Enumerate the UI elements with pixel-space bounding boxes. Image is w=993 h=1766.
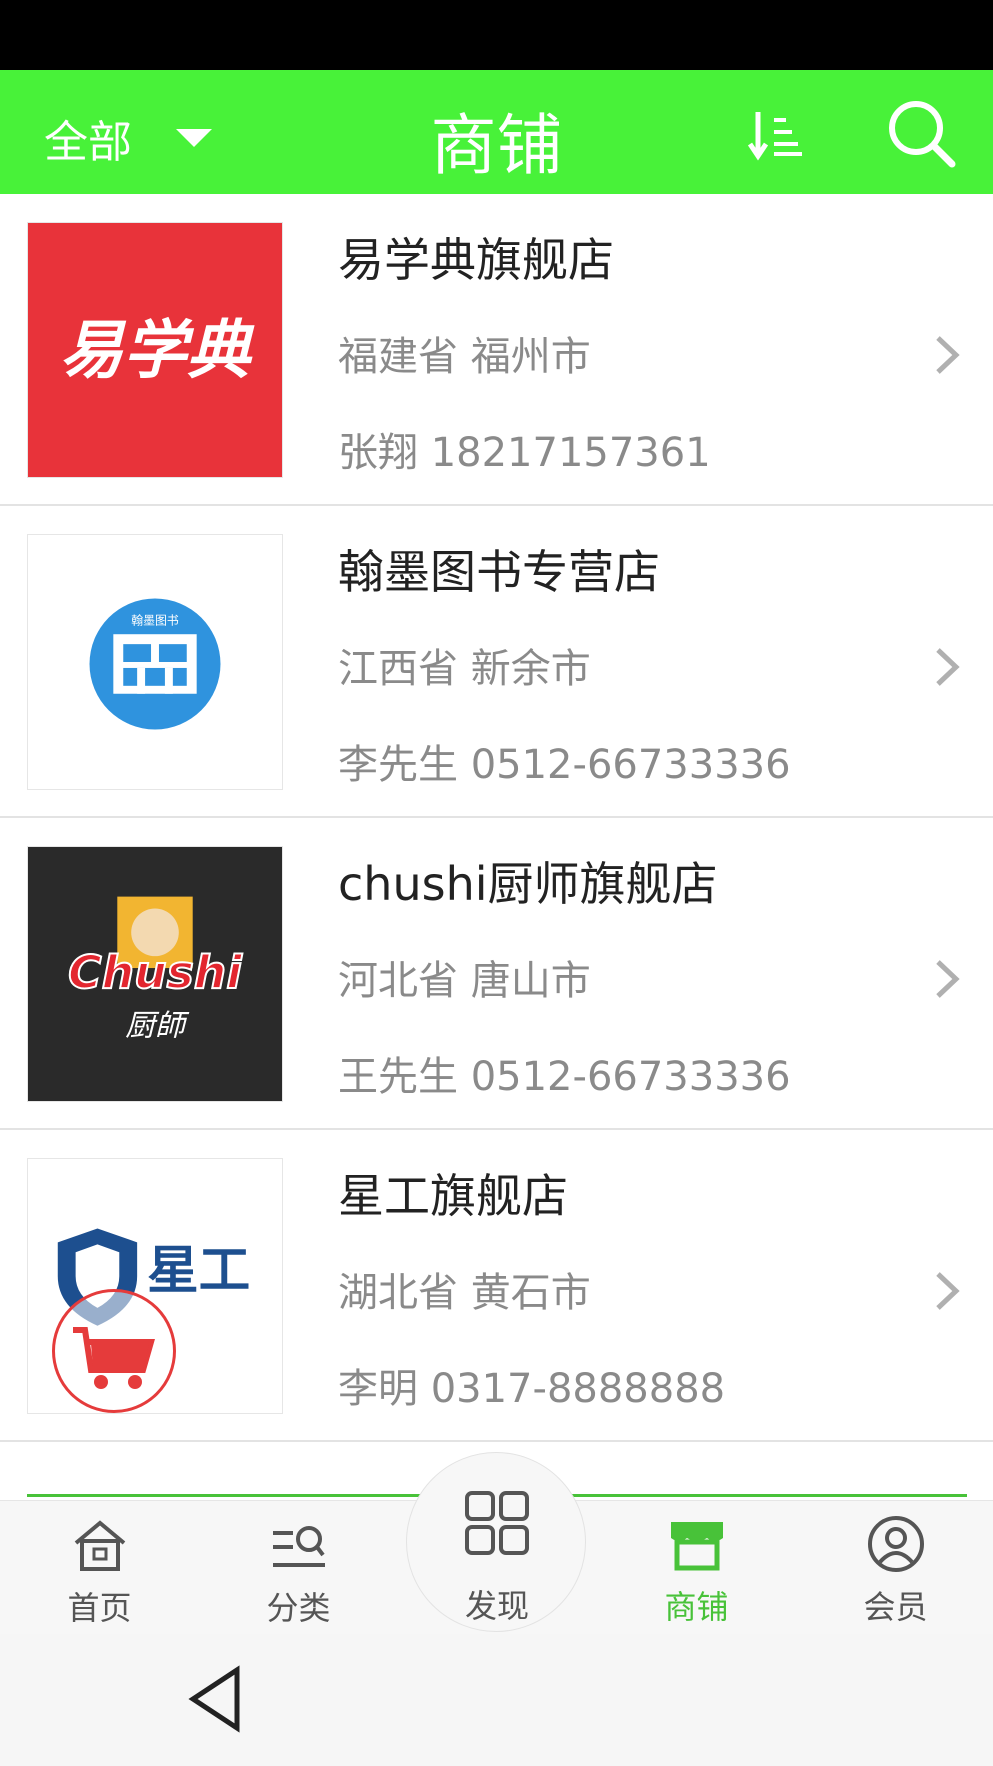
- shop-logo: Chushi 厨師: [27, 846, 283, 1102]
- sort-icon[interactable]: [748, 104, 808, 164]
- shop-row[interactable]: 易学典 易学典旗舰店 福建省 福州市 张翔 18217157361: [0, 194, 993, 506]
- back-icon[interactable]: [185, 1664, 245, 1734]
- cart-icon: [73, 1327, 155, 1389]
- shop-region: 福建省 福州市: [338, 334, 591, 380]
- shop-contact: 李明 0317-8888888: [338, 1366, 726, 1412]
- nav-label: 商铺: [664, 1588, 729, 1626]
- chevron-right-icon: [936, 648, 960, 686]
- cart-button[interactable]: [52, 1289, 176, 1413]
- category-icon: [273, 1526, 325, 1567]
- shop-name: chushi厨师旗舰店: [338, 857, 718, 911]
- chevron-right-icon: [936, 960, 960, 998]
- shop-region: 江西省 新余市: [338, 646, 591, 692]
- nav-label: 首页: [67, 1589, 132, 1627]
- nav-category[interactable]: 分类: [199, 1501, 398, 1635]
- svg-text:易学典: 易学典: [60, 313, 255, 387]
- system-nav-bar: [0, 1634, 993, 1766]
- grid-icon: [465, 1491, 529, 1555]
- shop-row[interactable]: Chushi 厨師 chushi厨师旗舰店 河北省 唐山市 王先生 0512-6…: [0, 818, 993, 1130]
- nav-label: 会员: [863, 1588, 928, 1626]
- page-title: 商铺: [430, 107, 563, 184]
- shop-logo: 易学典: [27, 222, 283, 478]
- shop-row[interactable]: 翰墨图书 翰墨图书专营店 江西省 新余市 李先生 0512-66733336: [0, 506, 993, 818]
- nav-label: 发现: [464, 1587, 529, 1625]
- shop-name: 翰墨图书专营店: [338, 545, 660, 599]
- svg-text:翰墨图书: 翰墨图书: [131, 613, 179, 627]
- svg-text:Chushi: Chushi: [68, 946, 243, 999]
- shop-contact: 李先生 0512-66733336: [338, 742, 791, 788]
- nav-store[interactable]: 商铺: [597, 1500, 796, 1634]
- user-icon: [868, 1516, 924, 1572]
- shop-contact: 张翔 18217157361: [338, 430, 711, 476]
- shop-list: 易学典 易学典旗舰店 福建省 福州市 张翔 18217157361 翰墨图书 翰…: [0, 194, 993, 1442]
- svg-text:厨師: 厨師: [125, 1009, 190, 1044]
- shop-region: 河北省 唐山市: [338, 958, 591, 1004]
- chevron-right-icon: [936, 1272, 960, 1310]
- top-bar: 全部 商铺: [0, 70, 993, 194]
- shop-logo: 翰墨图书: [27, 534, 283, 790]
- chevron-right-icon: [936, 336, 960, 374]
- nav-discover[interactable]: 发现: [406, 1452, 586, 1632]
- nav-home[interactable]: 首页: [0, 1501, 199, 1635]
- search-icon[interactable]: [884, 96, 958, 170]
- shop-name: 星工旗舰店: [338, 1169, 568, 1223]
- nav-member[interactable]: 会员: [796, 1500, 993, 1634]
- store-icon: [671, 1522, 723, 1571]
- home-icon: [74, 1520, 126, 1571]
- shop-contact: 王先生 0512-66733336: [338, 1054, 791, 1100]
- shop-region: 湖北省 黄石市: [338, 1270, 591, 1316]
- shop-name: 易学典旗舰店: [338, 233, 614, 287]
- nav-label: 分类: [266, 1589, 331, 1627]
- status-bar: [0, 0, 993, 70]
